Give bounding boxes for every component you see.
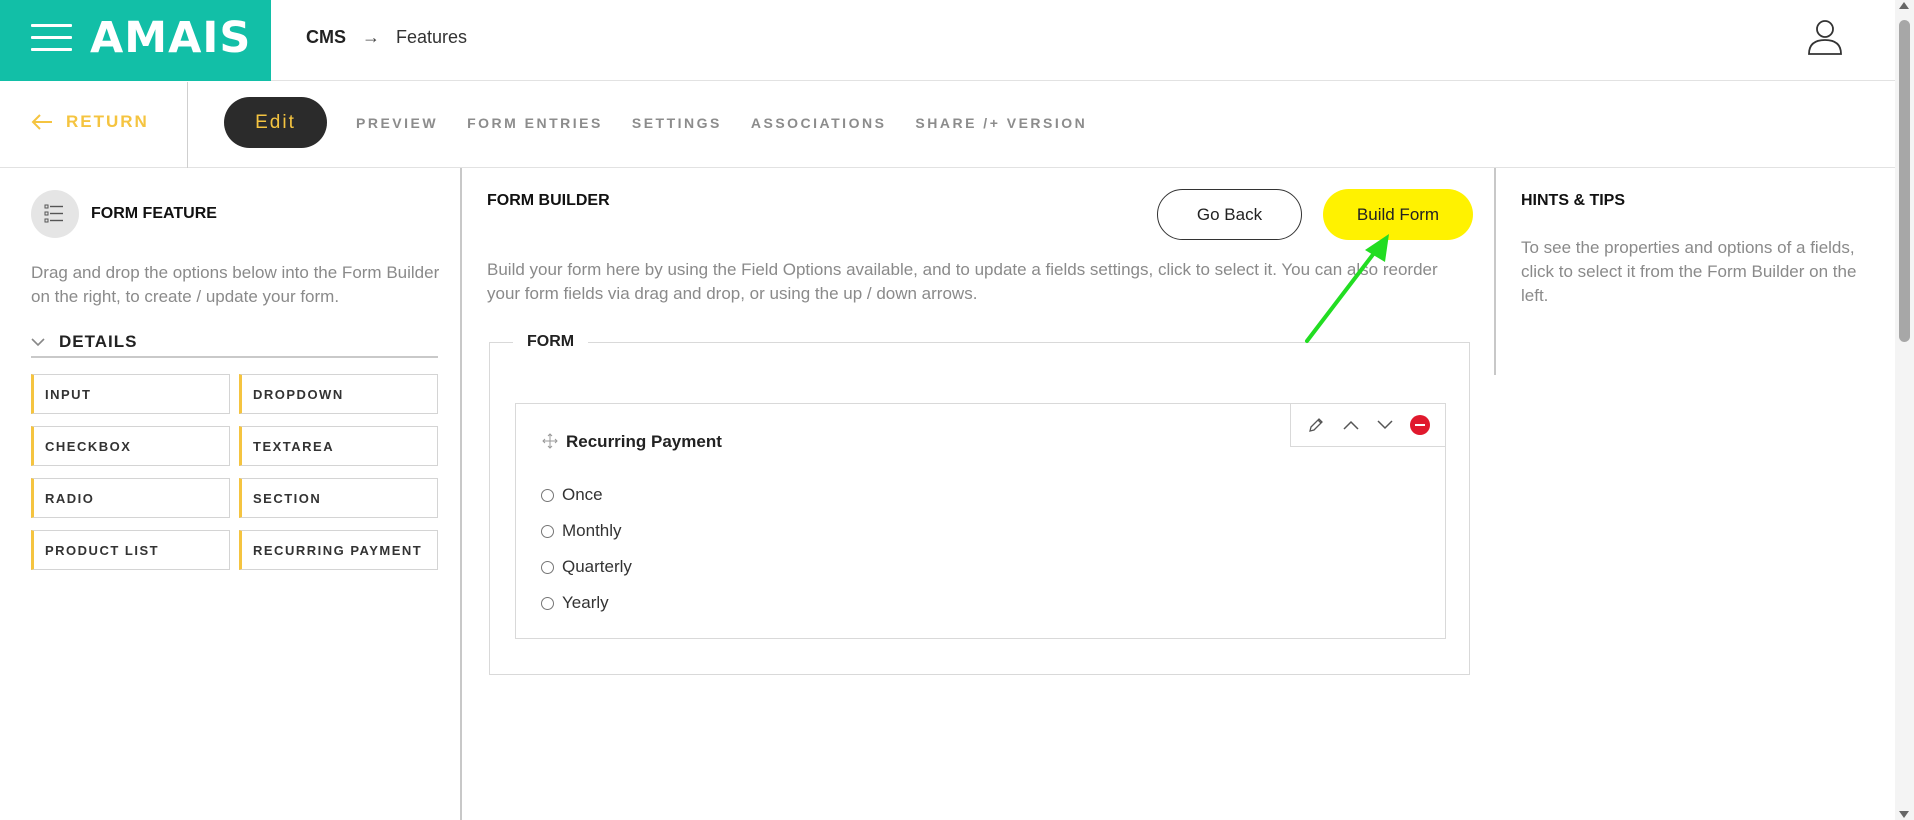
hints-title: HINTS & TIPS: [1521, 192, 1626, 209]
form-builder-panel: FORM BUILDER Go Back Build Form Build yo…: [464, 168, 1494, 820]
top-bar: AMAIS CMS → Features: [0, 0, 1895, 81]
return-label: RETURN: [66, 112, 149, 131]
tab-share-version[interactable]: SHARE /+ VERSION: [915, 115, 1087, 131]
brand-block: AMAIS: [0, 0, 271, 81]
field-option-dropdown[interactable]: DROPDOWN: [239, 374, 438, 414]
tab-preview[interactable]: PREVIEW: [356, 115, 438, 131]
sub-navigation: RETURN Edit PREVIEW FORM ENTRIES SETTING…: [0, 82, 1895, 168]
breadcrumb-arrow-icon: →: [362, 27, 380, 47]
radio-input[interactable]: [541, 524, 554, 538]
field-option-recurring-payment[interactable]: RECURRING PAYMENT: [239, 530, 438, 570]
field-options-panel: FORM FEATURE Drag and drop the options b…: [0, 168, 462, 820]
move-icon[interactable]: [542, 433, 558, 449]
radio-option-list: Once Monthly Quarterly Yearly: [541, 477, 632, 621]
radio-input[interactable]: [541, 488, 554, 502]
radio-label: Quarterly: [562, 557, 632, 576]
pencil-icon[interactable]: [1303, 412, 1329, 438]
recurring-payment-field[interactable]: Recurring Payment Once Monthly Quarterly…: [515, 403, 1446, 639]
chevron-down-icon: [31, 337, 45, 346]
tab-bar: PREVIEW FORM ENTRIES SETTINGS ASSOCIATIO…: [356, 115, 1116, 131]
radio-option-yearly[interactable]: Yearly: [541, 585, 632, 621]
field-toolbar: [1290, 403, 1446, 447]
radio-label: Yearly: [562, 593, 609, 612]
details-accordion-header[interactable]: DETAILS: [31, 328, 438, 358]
hamburger-icon[interactable]: [31, 24, 72, 52]
tab-form-entries[interactable]: FORM ENTRIES: [467, 115, 603, 131]
edit-button[interactable]: Edit: [224, 97, 327, 148]
field-option-section[interactable]: SECTION: [239, 478, 438, 518]
tab-settings[interactable]: SETTINGS: [632, 115, 722, 131]
arrow-left-icon: [31, 114, 52, 130]
go-back-button[interactable]: Go Back: [1157, 189, 1302, 240]
radio-input[interactable]: [541, 596, 554, 610]
field-option-grid: INPUT DROPDOWN CHECKBOX TEXTAREA RADIO S…: [31, 374, 438, 570]
breadcrumb-cms[interactable]: CMS: [306, 27, 346, 48]
radio-option-quarterly[interactable]: Quarterly: [541, 549, 632, 585]
return-button[interactable]: RETURN: [30, 112, 149, 132]
radio-input[interactable]: [541, 560, 554, 574]
radio-label: Monthly: [562, 521, 622, 540]
logo[interactable]: AMAIS: [90, 12, 251, 64]
details-label: DETAILS: [59, 332, 138, 351]
minus-circle-icon[interactable]: [1407, 412, 1433, 438]
form-feature-title: FORM FEATURE: [91, 205, 217, 222]
scroll-down-icon[interactable]: [1899, 811, 1909, 818]
radio-option-monthly[interactable]: Monthly: [541, 513, 632, 549]
field-option-product-list[interactable]: PRODUCT LIST: [31, 530, 230, 570]
field-option-input[interactable]: INPUT: [31, 374, 230, 414]
hints-description: To see the properties and options of a f…: [1521, 238, 1857, 305]
form-builder-description: Build your form here by using the Field …: [487, 260, 1438, 303]
radio-label: Once: [562, 485, 603, 504]
radio-option-once[interactable]: Once: [541, 477, 632, 513]
chevron-up-icon[interactable]: [1338, 412, 1364, 438]
field-option-checkbox[interactable]: CHECKBOX: [31, 426, 230, 466]
breadcrumb: CMS → Features: [306, 27, 467, 48]
build-form-button[interactable]: Build Form: [1323, 189, 1473, 240]
form-legend: FORM: [513, 333, 589, 351]
user-icon[interactable]: [1806, 18, 1844, 56]
tab-associations[interactable]: ASSOCIATIONS: [751, 115, 887, 131]
hints-panel: HINTS & TIPS To see the properties and o…: [1496, 168, 1895, 820]
page-scrollbar[interactable]: [1895, 0, 1914, 820]
field-options-description: Drag and drop the options below into the…: [31, 263, 440, 306]
breadcrumb-features: Features: [396, 27, 468, 47]
chevron-down-icon[interactable]: [1372, 412, 1398, 438]
form-container[interactable]: FORM Recurring Payment Once Monthly Quar…: [489, 333, 1470, 675]
field-option-textarea[interactable]: TEXTAREA: [239, 426, 438, 466]
field-option-radio[interactable]: RADIO: [31, 478, 230, 518]
field-label: Recurring Payment: [566, 432, 722, 451]
subnav-divider: [187, 82, 188, 168]
scroll-up-icon[interactable]: [1899, 2, 1909, 9]
form-builder-title: FORM BUILDER: [487, 192, 610, 209]
scroll-thumb[interactable]: [1899, 20, 1910, 342]
form-feature-icon: [31, 190, 79, 238]
